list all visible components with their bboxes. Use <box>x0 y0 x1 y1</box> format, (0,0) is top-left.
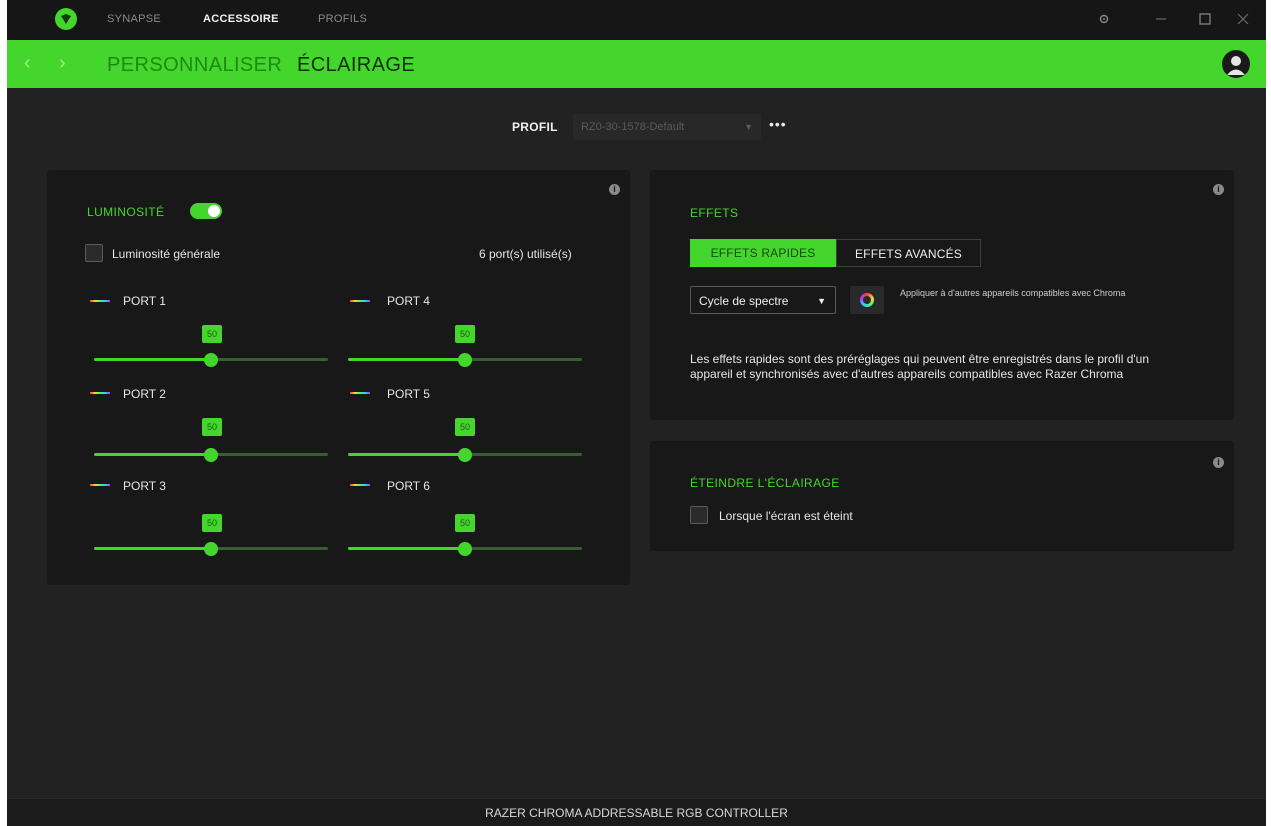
screen-off-checkbox[interactable] <box>690 506 708 524</box>
minimize-icon[interactable] <box>1152 10 1170 28</box>
port-color-swatch <box>350 392 370 394</box>
effects-description: Les effets rapides sont des préréglages … <box>690 352 1150 381</box>
device-footer: RAZER CHROMA ADDRESSABLE RGB CONTROLLER <box>7 798 1266 826</box>
lights-off-panel: i ÉTEINDRE L'ÉCLAIRAGE Lorsque l'écran e… <box>650 441 1234 551</box>
profile-value: RZ0-30-1578-Default <box>581 121 685 133</box>
port-color-swatch <box>90 484 110 486</box>
user-avatar-icon[interactable] <box>1222 50 1250 78</box>
port-6-slider-track[interactable] <box>465 547 582 550</box>
info-icon[interactable]: i <box>1213 184 1224 195</box>
port-2-slider-fill <box>94 453 211 456</box>
port-3-slider-track[interactable] <box>211 547 328 550</box>
chroma-icon <box>860 293 874 307</box>
port-color-swatch <box>350 484 370 486</box>
forward-arrow-icon[interactable]: › <box>59 53 66 73</box>
port-5-slider-fill <box>348 453 465 456</box>
port-color-swatch <box>90 300 110 302</box>
port-3-slider-fill <box>94 547 211 550</box>
tab-profils[interactable]: PROFILS <box>318 13 367 25</box>
port-5-value: 50 <box>455 418 475 436</box>
tab-personnaliser[interactable]: PERSONNALISER <box>107 54 282 77</box>
port-1-slider-fill <box>94 358 211 361</box>
sub-navigation-bar: ‹ › PERSONNALISER ÉCLAIRAGE <box>7 40 1266 88</box>
title-bar: SYNAPSE ACCESSOIRE PROFILS <box>7 0 1266 40</box>
port-4-slider-track[interactable] <box>465 358 582 361</box>
port-4-slider-fill <box>348 358 465 361</box>
port-3-value: 50 <box>202 514 222 532</box>
info-icon[interactable]: i <box>609 184 620 195</box>
more-options-button[interactable]: ••• <box>769 116 787 132</box>
device-name: RAZER CHROMA ADDRESSABLE RGB CONTROLLER <box>485 806 788 820</box>
profile-select[interactable]: RZ0-30-1578-Default ▼ <box>573 114 761 140</box>
port-3-slider-handle[interactable] <box>204 542 218 556</box>
port-1-label: PORT 1 <box>123 294 166 308</box>
lights-off-title: ÉTEINDRE L'ÉCLAIRAGE <box>690 476 840 490</box>
maximize-icon[interactable] <box>1196 10 1214 28</box>
port-6-label: PORT 6 <box>387 479 430 493</box>
settings-icon[interactable] <box>1095 10 1113 28</box>
port-color-swatch <box>90 392 110 394</box>
tab-accessoire[interactable]: ACCESSOIRE <box>203 13 279 25</box>
port-6-slider-fill <box>348 547 465 550</box>
effects-title: EFFETS <box>690 206 739 220</box>
effect-select[interactable]: Cycle de spectre ▼ <box>690 286 836 314</box>
port-2-slider-track[interactable] <box>211 453 328 456</box>
close-icon[interactable] <box>1234 10 1252 28</box>
brightness-panel: i LUMINOSITÉ Luminosité générale 6 port(… <box>47 170 630 585</box>
razer-logo-icon[interactable] <box>55 8 77 30</box>
chroma-apply-button[interactable] <box>850 286 884 314</box>
info-icon[interactable]: i <box>1213 457 1224 468</box>
chevron-down-icon: ▼ <box>744 122 753 132</box>
tab-synapse[interactable]: SYNAPSE <box>107 13 161 25</box>
port-2-slider-handle[interactable] <box>204 448 218 462</box>
port-5-slider-track[interactable] <box>465 453 582 456</box>
tab-eclairage[interactable]: ÉCLAIRAGE <box>297 54 415 77</box>
port-6-slider-handle[interactable] <box>458 542 472 556</box>
toggle-knob <box>208 205 220 217</box>
brightness-title: LUMINOSITÉ <box>87 205 165 219</box>
port-1-value: 50 <box>202 325 222 343</box>
brightness-toggle[interactable] <box>190 203 222 219</box>
port-4-value: 50 <box>455 325 475 343</box>
port-4-slider-handle[interactable] <box>458 353 472 367</box>
general-brightness-label: Luminosité générale <box>112 247 221 261</box>
port-1-slider-handle[interactable] <box>204 353 218 367</box>
port-4-label: PORT 4 <box>387 294 430 308</box>
port-2-value: 50 <box>202 418 222 436</box>
ports-used-count: 6 port(s) utilisé(s) <box>479 247 572 261</box>
general-brightness-checkbox[interactable] <box>85 244 103 262</box>
port-5-label: PORT 5 <box>387 387 430 401</box>
port-1-slider-track[interactable] <box>211 358 328 361</box>
profile-label: PROFIL <box>512 120 558 134</box>
back-arrow-icon[interactable]: ‹ <box>24 53 31 73</box>
port-5-slider-handle[interactable] <box>458 448 472 462</box>
port-3-label: PORT 3 <box>123 479 166 493</box>
chroma-apply-text: Appliquer à d'autres appareils compatibl… <box>900 288 1126 298</box>
port-2-label: PORT 2 <box>123 387 166 401</box>
screen-off-label: Lorsque l'écran est éteint <box>719 509 853 523</box>
effect-value: Cycle de spectre <box>699 294 789 308</box>
port-6-value: 50 <box>455 514 475 532</box>
tab-advanced-effects[interactable]: EFFETS AVANCÉS <box>836 239 981 267</box>
app-window: SYNAPSE ACCESSOIRE PROFILS ‹ › PERSONNAL… <box>7 0 1266 826</box>
chevron-down-icon: ▼ <box>817 296 826 306</box>
tab-quick-effects[interactable]: EFFETS RAPIDES <box>690 239 836 267</box>
port-color-swatch <box>350 300 370 302</box>
